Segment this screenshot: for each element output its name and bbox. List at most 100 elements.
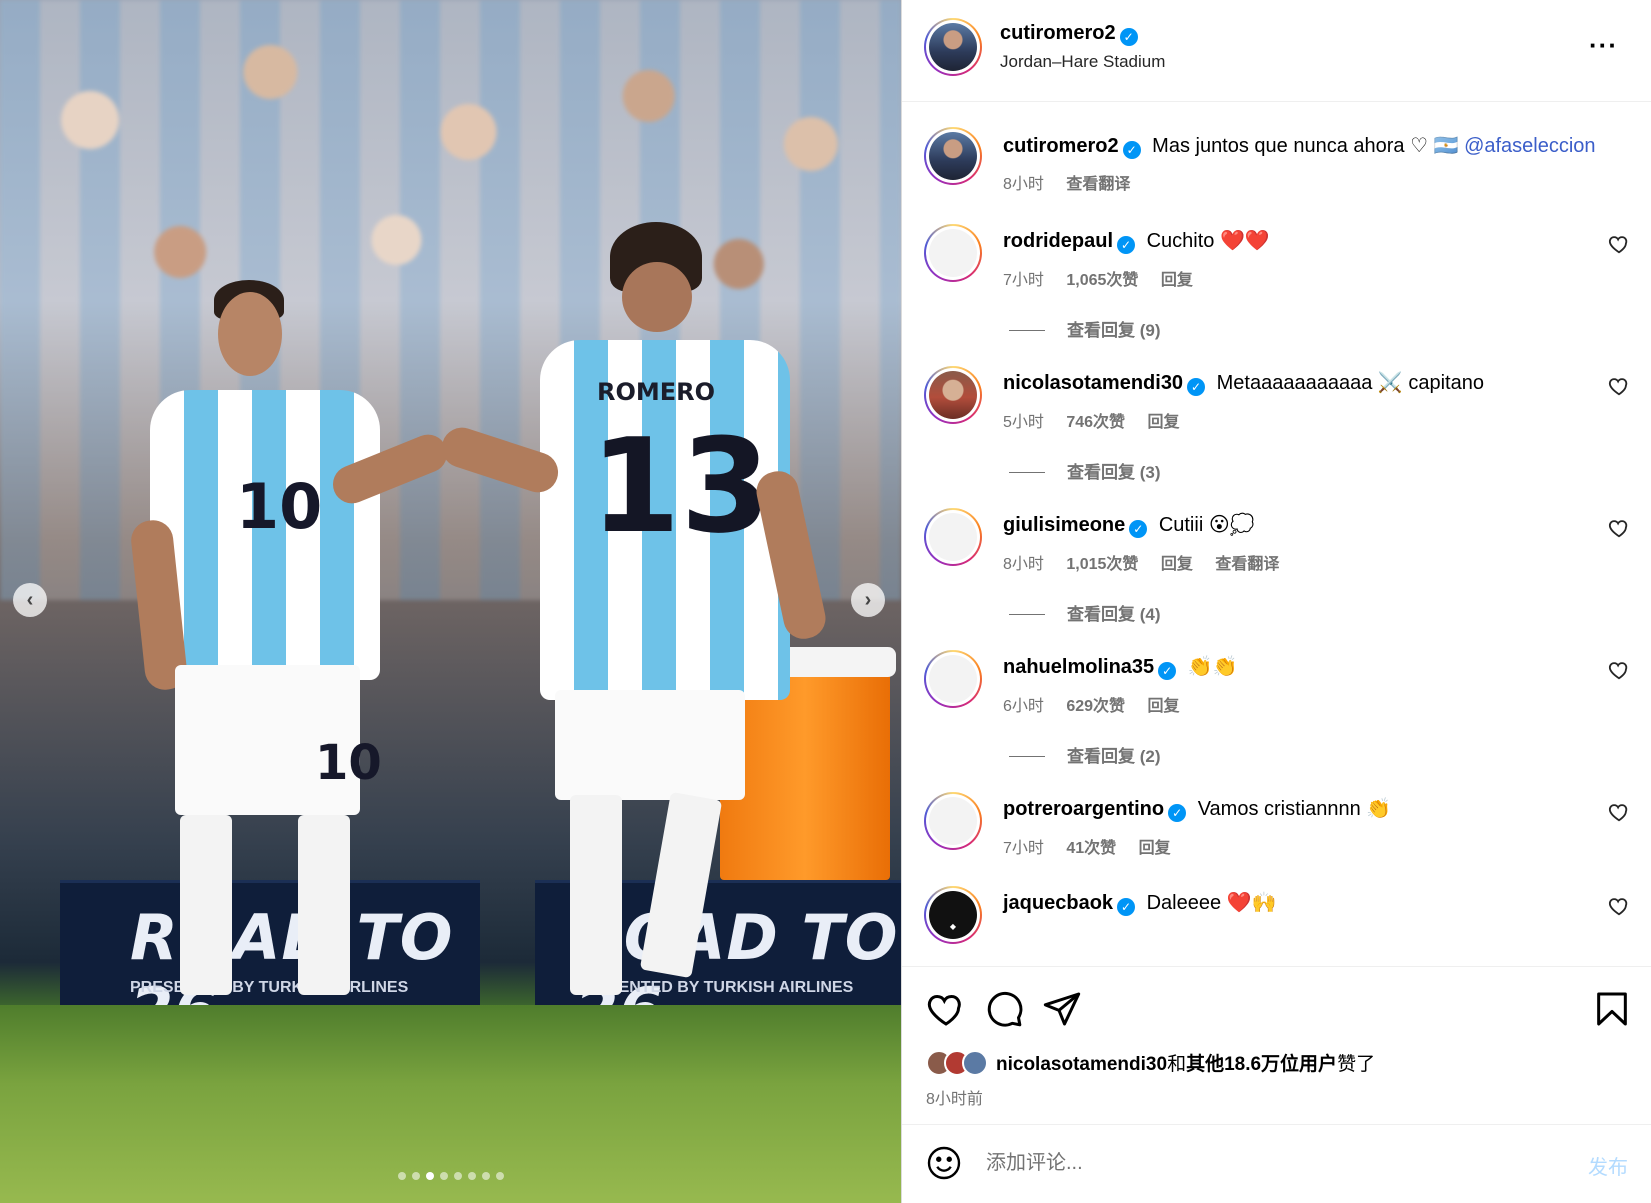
commenter-avatar[interactable]: ◆	[924, 886, 982, 944]
post-actions: nicolasotamendi30和其他18.6万位用户赞了 8小时前	[902, 966, 1651, 1121]
caption-mention[interactable]: @afaseleccion	[1464, 135, 1595, 157]
chevron-right-icon: ›	[864, 588, 872, 611]
previous-slide-button[interactable]: ‹	[13, 583, 47, 617]
likes-summary[interactable]: nicolasotamendi30和其他18.6万位用户赞了	[926, 1049, 1375, 1076]
liked-by-others[interactable]: 其他18.6万位用户	[1186, 1054, 1337, 1075]
heart-icon[interactable]	[1608, 233, 1630, 255]
shorts-number: 10	[315, 735, 382, 791]
comment-text: 👏👏	[1187, 656, 1238, 678]
commenter-avatar[interactable]	[924, 792, 982, 850]
comment-time: 7小时	[1003, 840, 1044, 857]
comment-time: 7小时	[1003, 272, 1044, 289]
post-comment-button[interactable]: 发布	[1588, 1151, 1628, 1180]
comment-text: Cuchito ❤️❤️	[1146, 230, 1270, 252]
caption-translate-link[interactable]: 查看翻译	[1066, 176, 1130, 193]
view-replies-label: 查看回复 (2)	[1067, 747, 1161, 766]
comment-reply-link[interactable]: 回复	[1139, 840, 1171, 857]
verified-badge-icon: ✓	[1168, 804, 1187, 822]
carousel-dot	[439, 1172, 448, 1180]
comment-translate-link[interactable]: 查看翻译	[1215, 556, 1279, 573]
view-replies-button[interactable]: 查看回复 (4)	[1009, 600, 1161, 625]
post-media[interactable]: ROAD TO 26 PRESENTED BY TURKISH AIRLINES…	[0, 0, 901, 1203]
verified-badge-icon: ✓	[1187, 378, 1206, 396]
comments-list[interactable]: cutiromero2 ✓ Mas juntos que nunca ahora …	[902, 103, 1651, 966]
comment-text: Daleeee ❤️🙌	[1146, 892, 1277, 914]
heart-icon[interactable]	[1608, 659, 1630, 681]
commenter-username[interactable]: giulisimeone	[1003, 514, 1125, 536]
author-username[interactable]: cutiromero2	[1000, 22, 1116, 44]
comment-reply-link[interactable]: 回复	[1148, 414, 1180, 431]
ad-board-sponsor: PRESENTED BY TURKISH AIRLINES	[130, 979, 409, 996]
comment-time: 6小时	[1003, 698, 1044, 715]
heart-icon[interactable]	[1608, 375, 1630, 397]
comment-likes[interactable]: 1,065次赞	[1066, 272, 1138, 289]
more-horizontal-icon[interactable]: ···	[1589, 30, 1618, 61]
replies-divider	[1009, 614, 1045, 615]
carousel-dot	[481, 1172, 490, 1180]
bookmark-icon[interactable]	[1592, 989, 1632, 1029]
verified-badge-icon: ✓	[1117, 898, 1136, 916]
caption-time: 8小时	[1003, 176, 1044, 193]
paper-plane-icon[interactable]	[1042, 989, 1082, 1029]
liked-by-user[interactable]: nicolasotamendi30	[996, 1054, 1167, 1075]
comment-likes[interactable]: 629次赞	[1066, 698, 1125, 715]
comment-reply-link[interactable]: 回复	[1161, 272, 1193, 289]
back-jersey-number: 13	[590, 410, 771, 562]
heart-icon[interactable]	[926, 989, 966, 1029]
comment-likes[interactable]: 41次赞	[1066, 840, 1116, 857]
caption-avatar[interactable]	[924, 127, 982, 185]
comment-reply-link[interactable]: 回复	[1148, 698, 1180, 715]
smiley-icon[interactable]	[926, 1145, 962, 1181]
comment-likes[interactable]: 1,015次赞	[1066, 556, 1138, 573]
comment-text: Metaaaaaaaaaaa ⚔️ capitano	[1216, 372, 1484, 394]
carousel-dots	[0, 1172, 901, 1180]
liked-by-and: 和	[1167, 1054, 1187, 1075]
carousel-dot	[453, 1172, 462, 1180]
verified-badge-icon: ✓	[1129, 520, 1148, 538]
replies-divider	[1009, 756, 1045, 757]
verified-badge-icon: ✓	[1122, 141, 1141, 159]
comment-text: Cutiii 😮💭	[1158, 514, 1255, 536]
commenter-avatar[interactable]	[924, 224, 982, 282]
view-replies-button[interactable]: 查看回复 (9)	[1009, 316, 1161, 341]
ad-board-left: ROAD TO 26 PRESENTED BY TURKISH AIRLINES	[60, 880, 480, 1047]
post-header: cutiromero2 ✓ Jordan–Hare Stadium ···	[902, 0, 1651, 102]
heart-icon[interactable]	[1608, 801, 1630, 823]
author-avatar[interactable]	[924, 18, 982, 76]
commenter-username[interactable]: jaquecbaok	[1003, 892, 1113, 914]
verified-badge-icon: ✓	[1119, 28, 1138, 46]
liker-avatar	[962, 1049, 988, 1076]
comment-time: 5小时	[1003, 414, 1044, 431]
back-jersey-name: ROMERO	[597, 378, 716, 406]
commenter-avatar[interactable]	[924, 366, 982, 424]
heart-icon[interactable]	[1608, 517, 1630, 539]
commenter-avatar[interactable]	[924, 508, 982, 566]
carousel-dot	[467, 1172, 476, 1180]
view-replies-label: 查看回复 (3)	[1067, 463, 1161, 482]
caption-username[interactable]: cutiromero2	[1003, 135, 1119, 157]
verified-badge-icon: ✓	[1117, 236, 1136, 254]
next-slide-button[interactable]: ›	[851, 583, 885, 617]
commenter-username[interactable]: rodridepaul	[1003, 230, 1113, 252]
comment-bubble-icon[interactable]	[984, 989, 1024, 1029]
liked-by-suffix: 赞了	[1337, 1054, 1376, 1075]
comment-reply-link[interactable]: 回复	[1161, 556, 1193, 573]
commenter-username[interactable]: potreroargentino	[1003, 798, 1164, 820]
comment-input[interactable]	[986, 1145, 1546, 1181]
commenter-username[interactable]: nahuelmolina35	[1003, 656, 1154, 678]
commenter-avatar[interactable]	[924, 650, 982, 708]
commenter-username[interactable]: nicolasotamendi30	[1003, 372, 1183, 394]
view-replies-button[interactable]: 查看回复 (3)	[1009, 458, 1161, 483]
chevron-left-icon: ‹	[26, 588, 34, 611]
carousel-dot	[425, 1172, 434, 1180]
post-location[interactable]: Jordan–Hare Stadium	[1000, 52, 1165, 72]
heart-icon[interactable]	[1608, 895, 1630, 917]
caption-text: Mas juntos que nunca ahora ♡ 🇦🇷	[1152, 135, 1459, 157]
replies-divider	[1009, 472, 1045, 473]
view-replies-label: 查看回复 (9)	[1067, 321, 1161, 340]
post-side-panel: cutiromero2 ✓ Jordan–Hare Stadium ··· cut…	[901, 0, 1651, 1203]
view-replies-button[interactable]: 查看回复 (2)	[1009, 742, 1161, 767]
comment-likes[interactable]: 746次赞	[1066, 414, 1125, 431]
comment-text: Vamos cristiannnn 👏	[1197, 798, 1392, 820]
post-time-ago[interactable]: 8小时前	[926, 1085, 983, 1109]
